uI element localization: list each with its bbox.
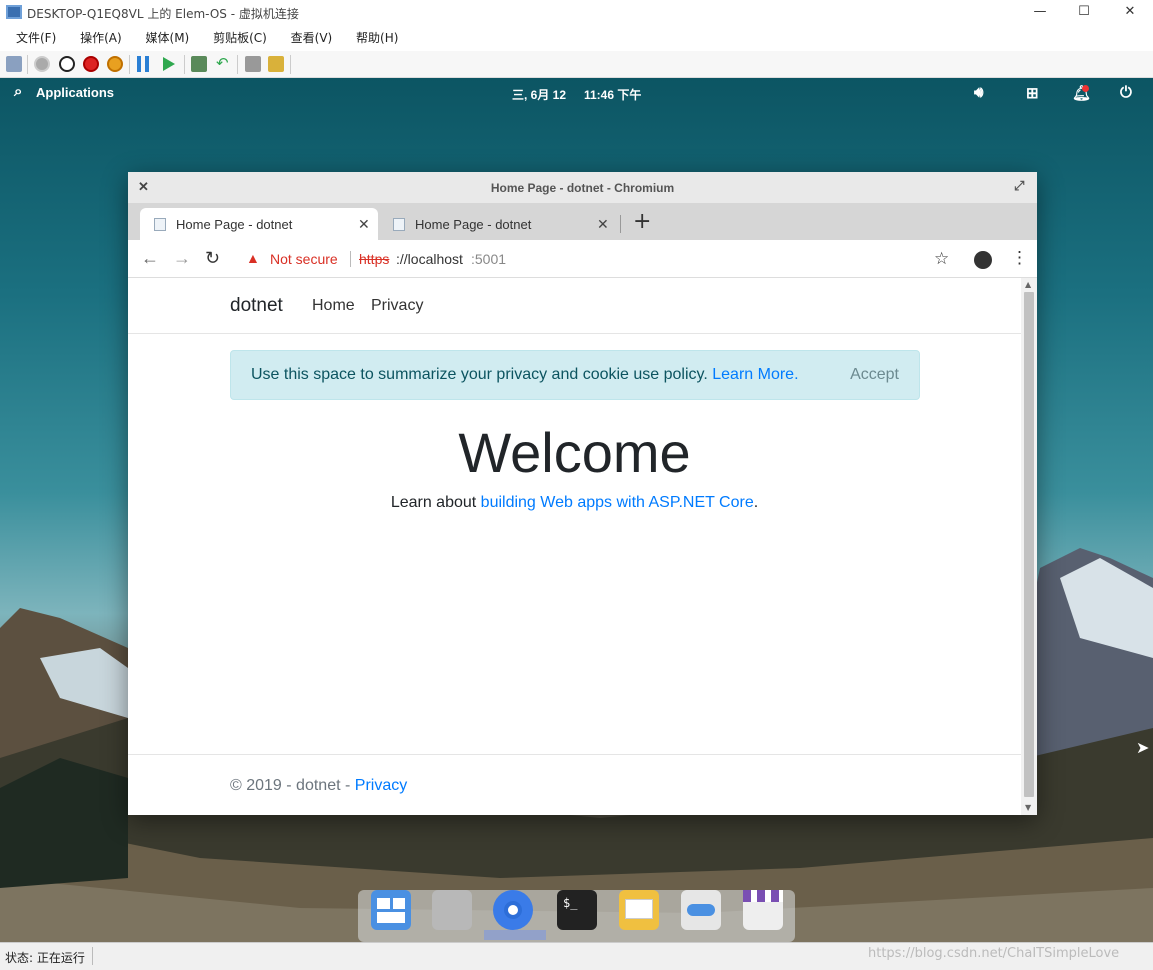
menu-action[interactable]: 操作(A) <box>70 25 132 51</box>
forward-icon[interactable]: → <box>173 248 191 269</box>
close-button[interactable]: ✕ <box>1107 0 1153 25</box>
learn-paragraph: Learn about building Web apps with ASP.N… <box>128 494 1021 512</box>
chromium-window: ✕ Home Page - dotnet - Chromium ⤢ Home P… <box>128 172 1037 815</box>
page-heading: Welcome <box>458 421 691 484</box>
page-scrollbar[interactable]: ▲ ▼ <box>1021 278 1037 815</box>
terminal-icon[interactable]: $_ <box>557 890 597 930</box>
nav-privacy[interactable]: Privacy <box>371 297 423 315</box>
vm-status: 状态: 正在运行 <box>5 951 85 965</box>
site-navbar: dotnet Home Privacy <box>128 278 1021 334</box>
new-tab-icon[interactable]: + <box>633 209 651 234</box>
system-top-panel: ⌕ Applications 三, 6月 12 11:46 下午 🔊︎ ⊞ 🔔︎… <box>0 78 1153 108</box>
shutdown-icon[interactable] <box>83 56 99 72</box>
cookie-text: Use this space to summarize your privacy… <box>251 366 708 383</box>
footer-privacy-link[interactable]: Privacy <box>355 777 407 794</box>
panel-time[interactable]: 11:46 下午 <box>584 86 641 103</box>
page-favicon-icon <box>154 218 166 231</box>
nav-home[interactable]: Home <box>312 297 355 315</box>
search-icon[interactable]: ⌕ <box>14 83 22 100</box>
tab-strip: Home Page - dotnet ✕ Home Page - dotnet … <box>128 203 1037 240</box>
tab-close-icon[interactable]: ✕ <box>358 216 370 233</box>
footer-copyright: © 2019 - dotnet - <box>230 777 351 794</box>
url-host[interactable]: ://localhost <box>396 251 463 267</box>
notification-badge <box>1082 85 1089 92</box>
tab-close-icon[interactable]: ✕ <box>597 216 609 233</box>
url-scheme[interactable]: https <box>359 251 389 267</box>
host-status-bar: 状态: 正在运行 https://blog.csdn.net/ChaITSimp… <box>0 942 1153 970</box>
applications-menu[interactable]: Applications <box>36 85 114 100</box>
resume-icon[interactable] <box>163 57 175 71</box>
menu-file[interactable]: 文件(F) <box>6 25 66 51</box>
tab-label: Home Page - dotnet <box>176 217 293 232</box>
enhanced-session-icon[interactable] <box>245 56 261 72</box>
site-brand[interactable]: dotnet <box>230 295 283 317</box>
ctrl-alt-del-icon[interactable] <box>6 56 22 72</box>
files-icon[interactable] <box>432 890 472 930</box>
host-menu-bar: 文件(F) 操作(A) 媒体(M) 剪贴板(C) 查看(V) 帮助(H) <box>0 25 1153 51</box>
checkpoint-icon[interactable] <box>191 56 207 72</box>
menu-view[interactable]: 查看(V) <box>281 25 343 51</box>
vm-connection-icon <box>6 5 22 19</box>
tab-home-page-active[interactable]: Home Page - dotnet ✕ <box>140 208 378 240</box>
page-favicon-icon <box>393 218 405 231</box>
footer-text: © 2019 - dotnet - Privacy <box>230 777 407 795</box>
aspnet-docs-link[interactable]: building Web apps with ASP.NET Core <box>481 494 754 511</box>
menu-clipboard[interactable]: 剪贴板(C) <box>203 25 277 51</box>
window-maximize-icon[interactable]: ⤢ <box>1014 178 1024 194</box>
scroll-up-icon[interactable]: ▲ <box>1025 280 1031 289</box>
host-toolbar: ↶ <box>0 51 1153 78</box>
learn-prefix: Learn about <box>390 494 477 511</box>
appcenter-icon[interactable] <box>743 890 783 930</box>
address-toolbar: ← → ↻ ▲ Not secure https ://localhost :5… <box>128 240 1037 278</box>
profile-icon[interactable] <box>974 251 992 269</box>
share-icon[interactable] <box>268 56 284 72</box>
browser-title-bar: ✕ Home Page - dotnet - Chromium ⤢ <box>128 172 1037 203</box>
power-icon[interactable]: ⏻ <box>1120 84 1132 101</box>
learn-suffix: . <box>753 494 759 511</box>
menu-media[interactable]: 媒体(M) <box>136 25 200 51</box>
start-icon[interactable] <box>34 56 50 72</box>
accept-button[interactable]: Accept <box>850 366 899 384</box>
learn-more-link[interactable]: Learn More. <box>712 366 798 383</box>
multitasking-view-icon[interactable] <box>371 890 411 930</box>
panel-date[interactable]: 三, 6月 12 <box>512 86 566 103</box>
chromium-icon[interactable] <box>493 890 533 930</box>
cookie-consent-alert: Use this space to summarize your privacy… <box>230 350 920 400</box>
warning-icon: ▲ <box>246 250 260 266</box>
revert-icon[interactable]: ↶ <box>216 54 229 72</box>
security-status[interactable]: Not secure <box>270 251 338 267</box>
host-title-bar: DESKTOP-Q1EQ8VL 上的 Elem-OS - 虚拟机连接 — ☐ ✕ <box>0 0 1153 25</box>
scrollbar-thumb[interactable] <box>1024 292 1034 797</box>
back-icon[interactable]: ← <box>141 248 159 269</box>
power-icon[interactable] <box>107 56 123 72</box>
mouse-cursor-icon: ➤ <box>1136 738 1150 757</box>
volume-icon[interactable]: 🔊︎ <box>974 84 983 101</box>
tab-label: Home Page - dotnet <box>415 217 532 232</box>
network-icon[interactable]: ⊞ <box>1026 84 1039 102</box>
menu-help[interactable]: 帮助(H) <box>346 25 408 51</box>
pause-icon[interactable] <box>137 56 149 72</box>
web-page: dotnet Home Privacy Use this space to su… <box>128 278 1021 815</box>
active-app-highlight <box>484 930 546 940</box>
host-window-title: DESKTOP-Q1EQ8VL 上的 Elem-OS - 虚拟机连接 <box>27 7 299 21</box>
settings-icon[interactable] <box>681 890 721 930</box>
site-footer: © 2019 - dotnet - Privacy <box>128 754 1021 815</box>
url-port[interactable]: :5001 <box>471 251 506 267</box>
scroll-down-icon[interactable]: ▼ <box>1025 803 1031 812</box>
bookmark-star-icon[interactable]: ☆ <box>934 249 949 269</box>
maximize-button[interactable]: ☐ <box>1061 0 1107 25</box>
browser-window-title: Home Page - dotnet - Chromium <box>490 181 675 195</box>
turn-off-icon[interactable] <box>59 56 75 72</box>
mail-icon[interactable] <box>619 890 659 930</box>
watermark: https://blog.csdn.net/ChaITSimpleLove <box>868 946 1120 961</box>
minimize-button[interactable]: — <box>1017 0 1063 25</box>
cookie-message: Use this space to summarize your privacy… <box>251 366 799 384</box>
reload-icon[interactable]: ↻ <box>205 248 220 269</box>
tab-home-page[interactable]: Home Page - dotnet ✕ <box>379 208 617 240</box>
menu-kebab-icon[interactable]: ⋮ <box>1011 248 1028 268</box>
